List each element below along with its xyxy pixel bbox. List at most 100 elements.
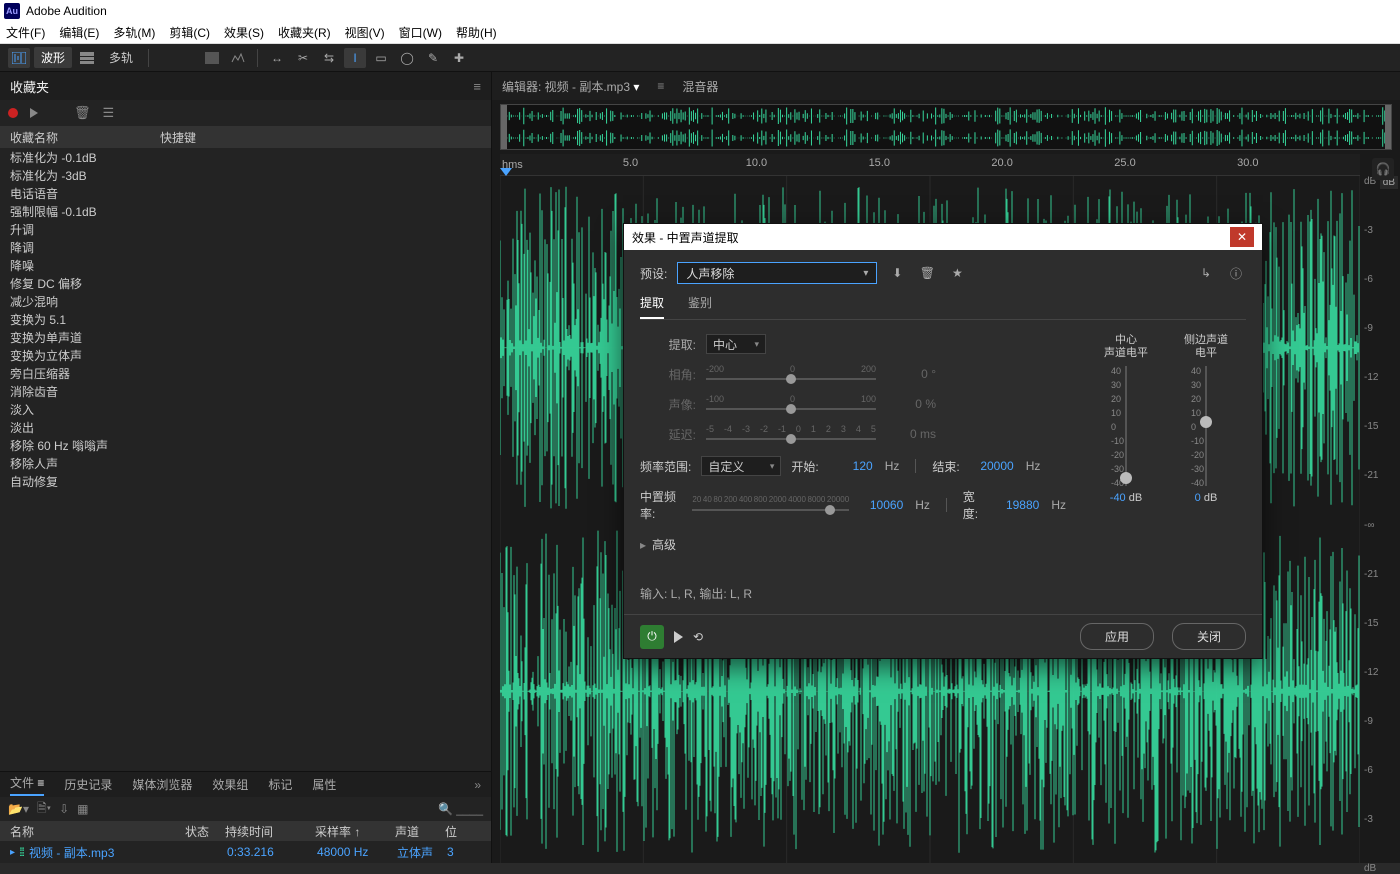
tab-identify[interactable]: 鉴别: [688, 294, 712, 319]
favorite-preset-icon[interactable]: ★: [947, 263, 967, 283]
headphone-icon[interactable]: 🎧: [1372, 158, 1394, 180]
brush-tool-icon[interactable]: ✎: [422, 48, 444, 68]
apply-button[interactable]: 应用: [1080, 623, 1154, 650]
file-row[interactable]: ▸ ⁞⁞⁞ 视频 - 副本.mp3 0:33.216 48000 Hz 立体声 …: [0, 841, 491, 863]
panel-menu-icon[interactable]: ≡: [473, 79, 481, 94]
col-name[interactable]: 名称: [10, 823, 185, 840]
mode-waveform[interactable]: 波形: [34, 47, 72, 68]
play-favorite-icon[interactable]: [30, 108, 38, 118]
overview-waveform[interactable]: [500, 104, 1392, 150]
razor-tool-icon[interactable]: ✂: [292, 48, 314, 68]
freq-start-input[interactable]: 120: [829, 459, 873, 473]
menu-window[interactable]: 窗口(W): [399, 24, 442, 41]
favorite-item[interactable]: 降噪: [0, 256, 491, 274]
close-dialog-button[interactable]: ✕: [1230, 227, 1254, 247]
spectral-pitch-icon[interactable]: [227, 48, 249, 68]
favorite-props-icon[interactable]: ☰: [103, 105, 115, 121]
col-samplerate[interactable]: 采样率 ↑: [315, 823, 395, 840]
freq-range-dropdown[interactable]: 自定义▾: [701, 456, 781, 476]
panel-overflow-icon[interactable]: »: [474, 778, 481, 792]
favorite-item[interactable]: 标准化为 -0.1dB: [0, 148, 491, 166]
center-level-slider[interactable]: 中心声道电平 403020100-10-20-30-40 -40 dB: [1096, 334, 1156, 567]
dialog-titlebar[interactable]: 效果 - 中置声道提取 ✕: [624, 224, 1262, 250]
favorite-item[interactable]: 淡出: [0, 418, 491, 436]
tab-markers[interactable]: 标记: [268, 776, 292, 793]
mode-multitrack[interactable]: 多轨: [102, 47, 140, 68]
favorite-item[interactable]: 升调: [0, 220, 491, 238]
mixer-tab[interactable]: 混音器: [682, 78, 718, 95]
tab-extract[interactable]: 提取: [640, 294, 664, 319]
menu-file[interactable]: 文件(F): [6, 24, 45, 41]
width-input[interactable]: 19880: [995, 498, 1039, 512]
waveform-view-icon[interactable]: [8, 48, 30, 68]
favorite-item[interactable]: 电话语音: [0, 184, 491, 202]
info-icon[interactable]: ⓘ: [1226, 263, 1246, 283]
new-file-icon[interactable]: 🗎▾: [37, 799, 51, 820]
center-freq-slider[interactable]: 20408020040080020004000800020000: [692, 495, 849, 515]
power-toggle-button[interactable]: ⏻: [640, 625, 664, 649]
move-tool-icon[interactable]: ↔: [266, 48, 288, 68]
favorite-item[interactable]: 标准化为 -3dB: [0, 166, 491, 184]
side-level-slider[interactable]: 侧边声道电平 403020100-10-20-30-40 0 dB: [1176, 334, 1236, 567]
tab-effect-rack[interactable]: 效果组: [212, 776, 248, 793]
time-ruler[interactable]: hms 5.010.015.020.025.030.0: [500, 154, 1360, 176]
freq-end-input[interactable]: 20000: [970, 459, 1014, 473]
advanced-toggle[interactable]: ▸高级: [640, 536, 1066, 553]
preview-play-button[interactable]: [674, 631, 683, 643]
menu-view[interactable]: 视图(V): [345, 24, 385, 41]
tab-properties[interactable]: 属性: [312, 776, 336, 793]
favorite-item[interactable]: 变换为 5.1: [0, 310, 491, 328]
favorite-item[interactable]: 移除 60 Hz 嗡嗡声: [0, 436, 491, 454]
favorite-item[interactable]: 淡入: [0, 400, 491, 418]
favorite-item[interactable]: 变换为单声道: [0, 328, 491, 346]
editor-panel-menu-icon[interactable]: ≡: [657, 79, 664, 93]
overview-handle-left[interactable]: [501, 105, 507, 149]
loop-toggle-button[interactable]: ⟲: [693, 630, 703, 644]
open-file-icon[interactable]: 📂▾: [8, 802, 29, 816]
insert-clip-icon[interactable]: ▦: [77, 802, 88, 816]
tab-files[interactable]: 文件 ≡: [10, 774, 44, 796]
delete-favorite-icon[interactable]: 🗑: [74, 105, 91, 121]
col-bitdepth[interactable]: 位: [445, 823, 457, 840]
menu-edit[interactable]: 编辑(E): [59, 24, 99, 41]
favorite-item[interactable]: 修复 DC 偏移: [0, 274, 491, 292]
col-channels[interactable]: 声道: [395, 823, 445, 840]
menu-favorites[interactable]: 收藏夹(R): [278, 24, 331, 41]
center-freq-input[interactable]: 10060: [859, 498, 903, 512]
col-duration[interactable]: 持续时间: [225, 823, 315, 840]
favorite-item[interactable]: 强制限幅 -0.1dB: [0, 202, 491, 220]
lasso-tool-icon[interactable]: ◯: [396, 48, 418, 68]
tab-media-browser[interactable]: 媒体浏览器: [132, 776, 192, 793]
close-button[interactable]: 关闭: [1172, 623, 1246, 650]
favorite-item[interactable]: 自动修复: [0, 472, 491, 490]
search-files-input[interactable]: 🔍 ____: [438, 802, 483, 816]
editor-tab[interactable]: 编辑器: 视频 - 副本.mp3 ▾: [502, 78, 639, 95]
favorite-item[interactable]: 变换为立体声: [0, 346, 491, 364]
menu-clip[interactable]: 剪辑(C): [169, 24, 210, 41]
expand-icon[interactable]: ▸: [10, 847, 15, 858]
favorite-item[interactable]: 消除齿音: [0, 382, 491, 400]
favorite-item[interactable]: 移除人声: [0, 454, 491, 472]
col-status[interactable]: 状态: [185, 823, 225, 840]
slip-tool-icon[interactable]: ⇆: [318, 48, 340, 68]
tab-history[interactable]: 历史记录: [64, 776, 112, 793]
time-select-tool-icon[interactable]: I: [344, 48, 366, 68]
spectral-freq-icon[interactable]: [201, 48, 223, 68]
delete-preset-icon[interactable]: 🗑: [917, 263, 937, 283]
preset-dropdown[interactable]: 人声移除 ▾: [677, 262, 877, 284]
marquee-tool-icon[interactable]: ▭: [370, 48, 392, 68]
sidechain-icon[interactable]: ↳: [1196, 263, 1216, 283]
save-preset-icon[interactable]: ⬇: [887, 263, 907, 283]
menu-effects[interactable]: 效果(S): [224, 24, 264, 41]
multitrack-view-icon[interactable]: [76, 48, 98, 68]
menu-multitrack[interactable]: 多轨(M): [113, 24, 155, 41]
extract-mode-dropdown[interactable]: 中心▾: [706, 334, 766, 354]
overview-handle-right[interactable]: [1385, 105, 1391, 149]
record-favorite-icon[interactable]: [8, 108, 18, 118]
favorite-item[interactable]: 旁白压缩器: [0, 364, 491, 382]
import-icon[interactable]: ⇩: [59, 802, 69, 816]
favorite-item[interactable]: 减少混响: [0, 292, 491, 310]
favorite-item[interactable]: 降调: [0, 238, 491, 256]
menu-help[interactable]: 帮助(H): [456, 24, 497, 41]
heal-tool-icon[interactable]: ✚: [448, 48, 470, 68]
